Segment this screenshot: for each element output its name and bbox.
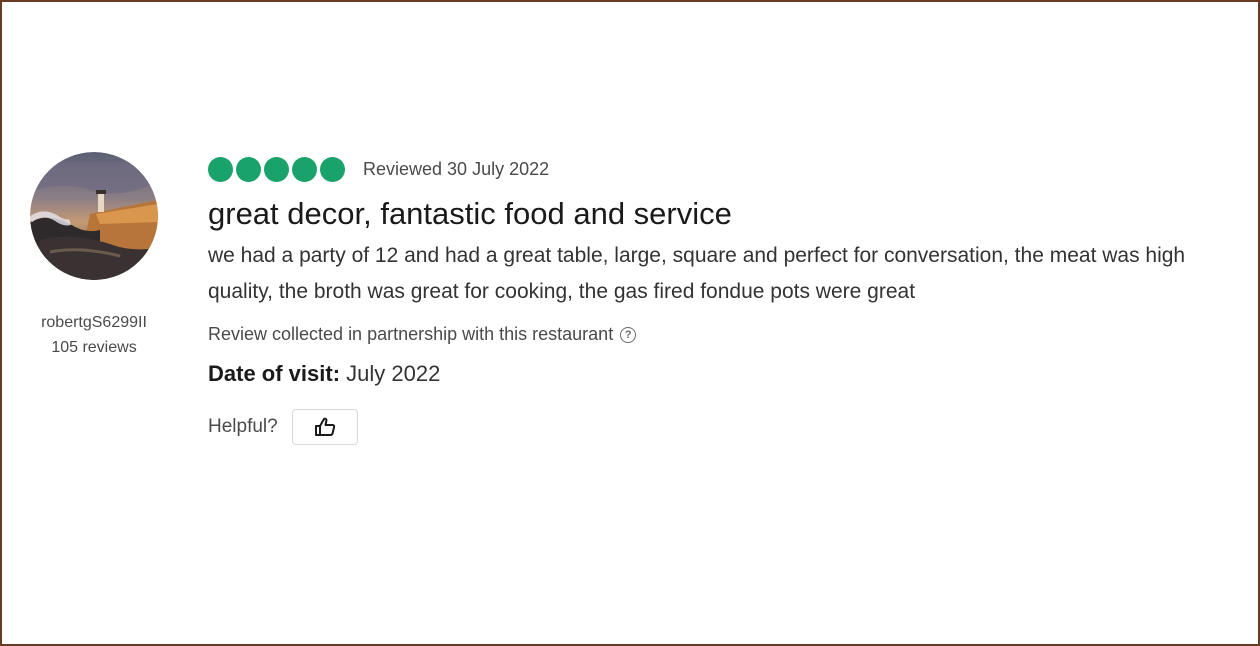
collected-note: Review collected in partnership with thi… <box>208 324 1238 345</box>
rating-bubble <box>208 156 233 182</box>
question-circle-icon[interactable]: ? <box>620 326 637 343</box>
reviewer-info: robertgS6299II 105 reviews <box>24 152 164 360</box>
date-of-visit-label: Date of visit: <box>208 361 341 386</box>
avatar[interactable] <box>30 152 158 280</box>
collected-note-text: Review collected in partnership with thi… <box>208 324 614 344</box>
reviewed-date: Reviewed 30 July 2022 <box>363 158 550 179</box>
date-of-visit: Date of visit: July 2022 <box>208 361 1238 387</box>
thumbs-up-icon <box>314 417 335 436</box>
helpful-row: Helpful? <box>208 409 1238 445</box>
rating-bubble <box>236 156 261 182</box>
rating-row: Reviewed 30 July 2022 <box>208 154 1238 184</box>
helpful-label: Helpful? <box>208 416 278 437</box>
review-card: Reviewed 30 July 2022 great decor, fanta… <box>208 154 1238 445</box>
reviewer-review-count: 105 reviews <box>51 339 137 356</box>
date-of-visit-value: July 2022 <box>346 361 441 386</box>
helpful-button[interactable] <box>291 409 358 445</box>
review-body: we had a party of 12 and had a great tab… <box>208 244 1186 303</box>
reviewer-name[interactable]: robertgS6299II <box>24 313 164 333</box>
rating-bubble <box>264 156 289 182</box>
review-title[interactable]: great decor, fantastic food and service <box>208 196 1238 232</box>
rating-bubble <box>292 156 317 182</box>
rating-bubble <box>320 156 345 182</box>
rating-bubbles <box>208 156 345 182</box>
